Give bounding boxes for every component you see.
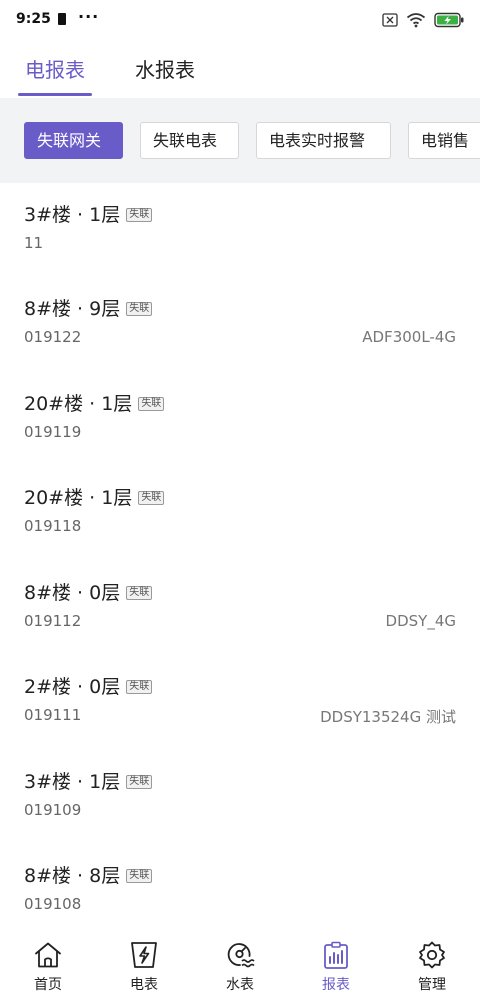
- device-code: 019122: [24, 328, 82, 346]
- status-bar: 9:25 ···: [0, 0, 480, 40]
- device-location: 2#楼 · 0层 失联: [24, 672, 153, 699]
- bottom-nav: 首页 电表 水表 报表 管理: [0, 930, 480, 997]
- filter-lost-meter[interactable]: 失联电表: [140, 122, 239, 159]
- status-icons: [382, 12, 464, 28]
- list-item[interactable]: 3#楼 · 1层 失联 019109: [0, 750, 480, 844]
- list-item[interactable]: 8#楼 · 0层 失联 019112 DDSY_4G: [0, 561, 480, 655]
- water-meter-icon: [227, 943, 255, 968]
- filter-meter-realtime-alarm[interactable]: 电表实时报警: [256, 122, 391, 159]
- device-location-text: 3#楼 · 1层: [24, 771, 121, 793]
- nav-report-label: 报表: [322, 977, 350, 993]
- list-item[interactable]: 20#楼 · 1层 失联 019118: [0, 466, 480, 560]
- nav-manage-label: 管理: [418, 977, 446, 993]
- nav-electric-meter[interactable]: 电表: [96, 930, 192, 997]
- home-icon: [35, 942, 61, 968]
- device-location: 3#楼 · 1层 失联: [24, 767, 153, 794]
- offline-badge: 失联: [126, 680, 153, 694]
- filter-lost-gateway[interactable]: 失联网关: [24, 122, 123, 159]
- nav-water-meter-label: 水表: [226, 977, 254, 993]
- tab-electric-report[interactable]: 电报表: [25, 54, 85, 83]
- device-location: 3#楼 · 1层 失联: [24, 200, 153, 227]
- filter-bar: 失联网关 失联电表 电表实时报警 电销售: [0, 98, 480, 183]
- device-code: 019109: [24, 801, 82, 819]
- device-code: 019119: [24, 423, 82, 441]
- nav-home-label: 首页: [34, 977, 62, 993]
- status-time: 9:25: [16, 11, 51, 27]
- report-icon: [324, 941, 348, 969]
- offline-badge: 失联: [126, 208, 153, 222]
- nav-home[interactable]: 首页: [0, 930, 96, 997]
- device-location: 8#楼 · 8层 失联: [24, 861, 153, 888]
- device-location: 20#楼 · 1层 失联: [24, 389, 165, 416]
- device-code: 019111: [24, 706, 82, 724]
- device-model: ADF300L-4G: [362, 328, 456, 346]
- list-item[interactable]: 3#楼 · 1层 失联 11: [0, 183, 480, 277]
- device-location-text: 8#楼 · 9层: [24, 298, 121, 320]
- tab-water-report[interactable]: 水报表: [135, 54, 195, 83]
- offline-badge: 失联: [138, 491, 165, 505]
- device-list: 3#楼 · 1层 失联 11 8#楼 · 9层 失联 019122 ADF300L-…: [0, 183, 480, 930]
- device-location: 8#楼 · 0层 失联: [24, 578, 153, 605]
- list-item[interactable]: 8#楼 · 8层 失联 019108: [0, 844, 480, 930]
- list-item[interactable]: 20#楼 · 1层 失联 019119: [0, 372, 480, 466]
- device-model: DDSY13524G 测试: [320, 708, 456, 726]
- device-code: 11: [24, 234, 44, 252]
- nav-report[interactable]: 报表: [288, 930, 384, 997]
- device-code: 019108: [24, 895, 82, 913]
- more-dots-icon: ···: [78, 7, 100, 26]
- device-location-text: 20#楼 · 1层: [24, 487, 133, 509]
- offline-badge: 失联: [126, 775, 153, 789]
- list-item[interactable]: 2#楼 · 0层 失联 019111 DDSY13524G 测试: [0, 655, 480, 749]
- offline-badge: 失联: [126, 869, 153, 883]
- no-sim-icon: [382, 13, 398, 27]
- device-code: 019112: [24, 612, 82, 630]
- offline-badge: 失联: [138, 397, 165, 411]
- device-location-text: 20#楼 · 1层: [24, 393, 133, 415]
- report-type-tabs: 电报表 水报表: [0, 40, 480, 98]
- filter-electric-sales[interactable]: 电销售: [408, 122, 480, 159]
- device-location-text: 8#楼 · 8层: [24, 865, 121, 887]
- device-location-text: 3#楼 · 1层: [24, 204, 121, 226]
- offline-badge: 失联: [126, 586, 153, 600]
- device-location-text: 2#楼 · 0层: [24, 676, 121, 698]
- electric-meter-icon: [131, 942, 157, 968]
- settings-gear-icon: [419, 941, 445, 969]
- list-item[interactable]: 8#楼 · 9层 失联 019122 ADF300L-4G: [0, 277, 480, 371]
- device-location-text: 8#楼 · 0层: [24, 582, 121, 604]
- nav-manage[interactable]: 管理: [384, 930, 480, 997]
- device-location: 20#楼 · 1层 失联: [24, 483, 165, 510]
- tab-active-indicator: [18, 93, 92, 96]
- device-location: 8#楼 · 9层 失联: [24, 294, 153, 321]
- offline-badge: 失联: [126, 302, 153, 316]
- wifi-icon: [406, 13, 426, 28]
- sim-card-icon: [58, 13, 66, 25]
- battery-charging-icon: [434, 12, 464, 28]
- nav-electric-meter-label: 电表: [130, 977, 158, 993]
- device-code: 019118: [24, 517, 82, 535]
- device-model: DDSY_4G: [385, 612, 456, 630]
- nav-water-meter[interactable]: 水表: [192, 930, 288, 997]
